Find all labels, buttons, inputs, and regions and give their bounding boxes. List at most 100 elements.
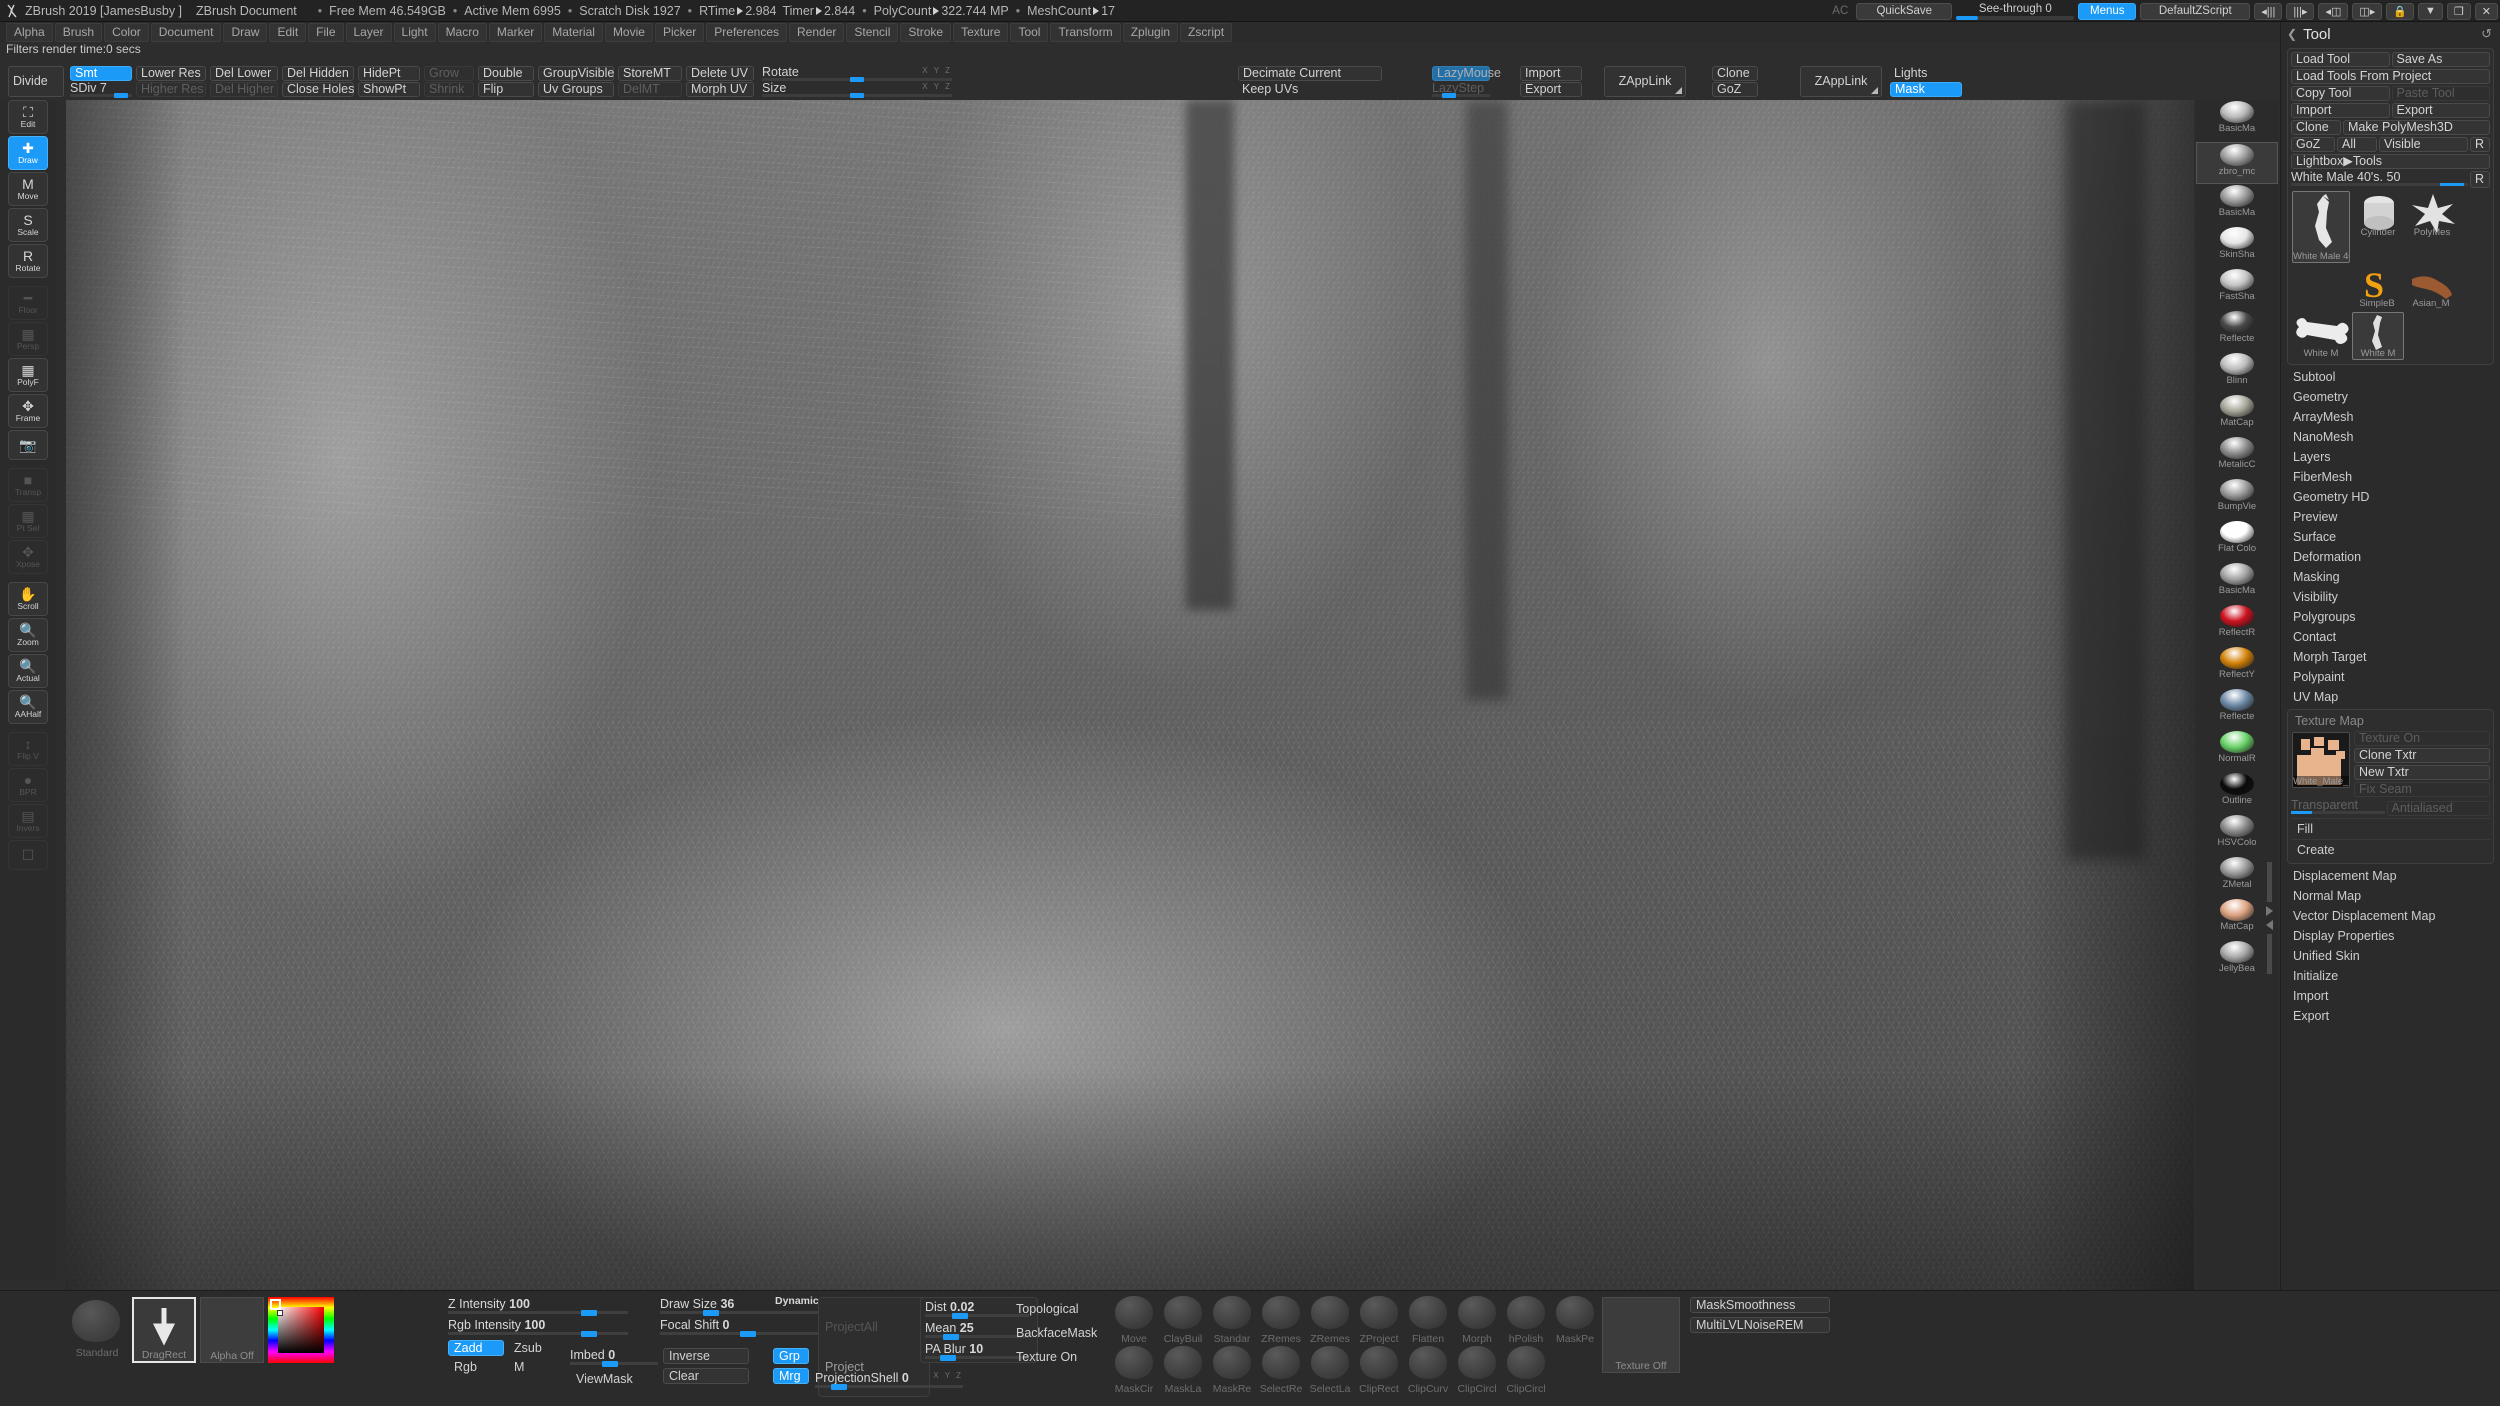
- tool-section-preview[interactable]: Preview: [2281, 507, 2500, 527]
- left-tool-move[interactable]: M Move: [8, 172, 48, 206]
- material-bumpvie[interactable]: BumpVie: [2196, 478, 2278, 520]
- left-tool-draw[interactable]: ✚ Draw: [8, 136, 48, 170]
- menu-item-brush[interactable]: Brush: [54, 22, 103, 42]
- size-knob[interactable]: [850, 93, 864, 98]
- brush-morph[interactable]: Morph: [1453, 1295, 1501, 1345]
- imbed-knob[interactable]: [601, 1361, 618, 1367]
- shelf-right-icon[interactable]: ◫▸: [2352, 2, 2383, 20]
- goz-visible-button[interactable]: Visible: [2379, 137, 2468, 152]
- decimate-current-button[interactable]: Decimate Current: [1238, 66, 1382, 81]
- tool-section-masking[interactable]: Masking: [2281, 567, 2500, 587]
- brush-cliprect[interactable]: ClipRect: [1355, 1345, 1403, 1395]
- menu-item-document[interactable]: Document: [150, 22, 222, 42]
- rgb-button[interactable]: Rgb: [448, 1359, 504, 1375]
- material-reflectr[interactable]: ReflectR: [2196, 604, 2278, 646]
- tool-section-import[interactable]: Import: [2281, 986, 2500, 1006]
- brush-hpolish[interactable]: hPolish: [1502, 1295, 1550, 1345]
- brush-maskpe[interactable]: MaskPe: [1551, 1295, 1599, 1345]
- current-brush-button[interactable]: Standard: [66, 1297, 128, 1359]
- clone-txtr-button[interactable]: Clone Txtr: [2354, 748, 2490, 763]
- tool-section-contact[interactable]: Contact: [2281, 627, 2500, 647]
- clone-button[interactable]: Clone: [1712, 66, 1758, 81]
- reset-icon[interactable]: ↺: [2481, 26, 2492, 42]
- minimize-icon[interactable]: ▼: [2418, 2, 2443, 20]
- lazy-mouse-button[interactable]: LazyMouse: [1432, 66, 1501, 81]
- lazy-step-slider[interactable]: LazyStep: [1432, 82, 1490, 98]
- mask-smoothness-button[interactable]: MaskSmoothness: [1690, 1297, 1830, 1313]
- tool-section-polypaint[interactable]: Polypaint: [2281, 667, 2500, 687]
- current-tool-slider[interactable]: White Male 40's. 50: [2291, 171, 2468, 186]
- hide-pt-button[interactable]: HidePt: [358, 66, 420, 81]
- transparent-slider[interactable]: Transparent: [2291, 799, 2385, 814]
- brush-maskcir[interactable]: MaskCir: [1110, 1345, 1158, 1395]
- tool-thumb-polymesh[interactable]: PolyMes: [2406, 191, 2458, 239]
- texture-create-button[interactable]: Create: [2291, 839, 2490, 860]
- material-normalr[interactable]: NormalR: [2196, 730, 2278, 772]
- texture-map-thumbnail[interactable]: White_Male_40's: [2292, 732, 2350, 788]
- brush-clipcircl[interactable]: ClipCircl: [1502, 1345, 1550, 1395]
- menu-item-marker[interactable]: Marker: [488, 22, 543, 42]
- tool-thumb-white-male-40s[interactable]: White Male 40's: [2292, 191, 2350, 263]
- brush-clipcircl[interactable]: ClipCircl: [1453, 1345, 1501, 1395]
- clear-button[interactable]: Clear: [663, 1368, 749, 1384]
- focal-shift-knob[interactable]: [740, 1331, 756, 1337]
- mean-knob[interactable]: [942, 1334, 959, 1340]
- left-tool-transp[interactable]: ■ Transp: [8, 468, 48, 502]
- tool-section-initialize[interactable]: Initialize: [2281, 966, 2500, 986]
- tool-section-morph-target[interactable]: Morph Target: [2281, 647, 2500, 667]
- brush-zremes[interactable]: ZRemes: [1257, 1295, 1305, 1345]
- load-tool-button[interactable]: Load Tool: [2291, 52, 2390, 67]
- material-reflecte[interactable]: Reflecte: [2196, 688, 2278, 730]
- material-zbro-mc[interactable]: zbro_mc: [2196, 142, 2278, 184]
- goz-all-button[interactable]: All: [2337, 137, 2377, 152]
- current-alpha-button[interactable]: Alpha Off: [200, 1297, 264, 1363]
- load-tools-from-project-button[interactable]: Load Tools From Project: [2291, 69, 2490, 84]
- viewport-canvas[interactable]: [66, 100, 2194, 1290]
- restore-icon[interactable]: ❐: [2446, 2, 2471, 20]
- group-visible-button[interactable]: GroupVisible: [538, 66, 614, 81]
- left-tool-xpose[interactable]: ✥ Xpose: [8, 540, 48, 574]
- double-button[interactable]: Double: [478, 66, 534, 81]
- lightbox-tools-button[interactable]: Lightbox▶Tools: [2291, 154, 2490, 169]
- left-tool-camera[interactable]: 📷: [8, 430, 48, 460]
- shelf-import-button[interactable]: Import: [1520, 66, 1582, 81]
- tool-import-button[interactable]: Import: [2291, 103, 2390, 118]
- menu-item-stroke[interactable]: Stroke: [900, 22, 952, 42]
- menu-item-material[interactable]: Material: [544, 22, 603, 42]
- tray-collapse-left-icon[interactable]: ◂|||: [2254, 2, 2283, 20]
- brush-move[interactable]: Move: [1110, 1295, 1158, 1345]
- save-as-button[interactable]: Save As: [2391, 52, 2490, 67]
- del-lower-button[interactable]: Del Lower: [210, 66, 278, 81]
- tool-clone-button[interactable]: Clone: [2291, 120, 2341, 135]
- tray-collapse-right-icon[interactable]: |||▸: [2286, 2, 2315, 20]
- tool-section-polygroups[interactable]: Polygroups: [2281, 607, 2500, 627]
- material-hsvcolo[interactable]: HSVColo: [2196, 814, 2278, 856]
- mrg-button[interactable]: Mrg: [773, 1368, 809, 1384]
- smt-button[interactable]: Smt: [70, 66, 132, 81]
- grp-button[interactable]: Grp: [773, 1348, 809, 1364]
- menu-item-layer[interactable]: Layer: [345, 22, 392, 42]
- material-metalicc[interactable]: MetalicC: [2196, 436, 2278, 478]
- tool-thumb-asian-m[interactable]: Asian_M: [2405, 262, 2457, 310]
- left-tool-invers[interactable]: ▤ Invers: [8, 804, 48, 838]
- brush-clipcurv[interactable]: ClipCurv: [1404, 1345, 1452, 1395]
- tool-export-button[interactable]: Export: [2391, 103, 2490, 118]
- morph-uv-button[interactable]: Morph UV: [686, 82, 754, 97]
- tool-section-subtool[interactable]: Subtool: [2281, 367, 2500, 387]
- see-through-slider[interactable]: See-through 0: [1956, 3, 2075, 20]
- copy-tool-button[interactable]: Copy Tool: [2291, 86, 2390, 101]
- menu-item-tool[interactable]: Tool: [1010, 22, 1049, 42]
- menu-item-alpha[interactable]: Alpha: [6, 22, 53, 42]
- brush-zproject[interactable]: ZProject: [1355, 1295, 1403, 1345]
- imbed-slider[interactable]: Imbed 0: [570, 1348, 658, 1367]
- delete-uv-button[interactable]: Delete UV: [686, 66, 754, 81]
- menu-item-color[interactable]: Color: [104, 22, 149, 42]
- tool-section-fibermesh[interactable]: FiberMesh: [2281, 467, 2500, 487]
- left-tool-persp[interactable]: ▦ Persp: [8, 322, 48, 356]
- higher-res-button[interactable]: Higher Res: [136, 82, 206, 97]
- tool-thumb-simpleb[interactable]: S SimpleB: [2351, 262, 2403, 310]
- divide-button[interactable]: Divide: [8, 66, 64, 97]
- sdiv-knob[interactable]: [114, 93, 128, 98]
- focal-shift-slider[interactable]: Focal Shift 0: [660, 1318, 820, 1337]
- menus-toggle-button[interactable]: Menus: [2078, 2, 2137, 20]
